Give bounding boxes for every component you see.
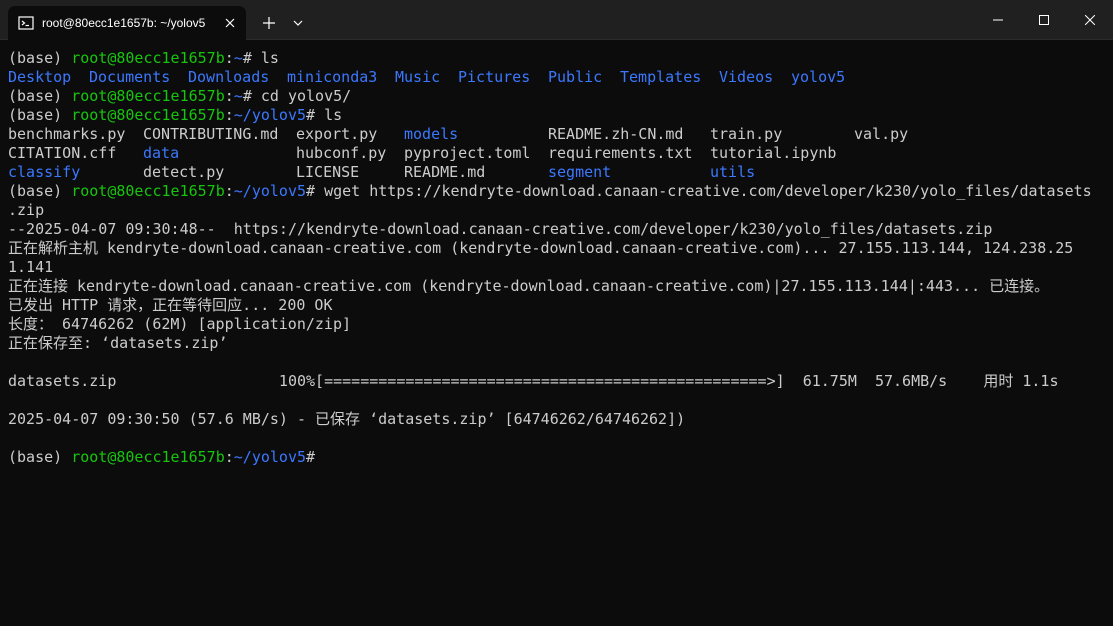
conda-env: (base) — [8, 49, 72, 67]
command-wrap-line: .zip — [8, 201, 45, 219]
plus-icon — [263, 17, 275, 29]
dir-entry: utils — [710, 163, 756, 181]
tab-close-button[interactable] — [222, 15, 238, 31]
command-text: ls — [260, 49, 279, 67]
file-entry: LICENSE — [296, 163, 360, 181]
prompt-path: ~/yolov5 — [233, 182, 307, 200]
prompt-path: ~/yolov5 — [233, 448, 307, 466]
file-entry: export.py — [296, 125, 378, 143]
wget-start-line: --2025-04-07 09:30:48-- https://kendryte… — [8, 220, 993, 238]
dir-entry: segment — [548, 163, 612, 181]
terminal-output[interactable]: (base) root@80ecc1e1657b:~# ls Desktop D… — [0, 40, 1113, 626]
prompt-line: (base) root@80ecc1e1657b:~/yolov5# wget … — [8, 182, 1113, 201]
prompt-symbol: # — [242, 49, 261, 67]
wget-length-line: 长度： 64746262 (62M) [application/zip] — [8, 315, 352, 333]
file-entry: requirements.txt — [548, 144, 693, 162]
close-icon — [225, 18, 235, 28]
file-entry: CONTRIBUTING.md — [143, 125, 279, 143]
dir-entry: Public — [548, 68, 603, 86]
wget-saving-line: 正在保存至: ‘datasets.zip’ — [8, 334, 228, 352]
prompt-user-host: root@80ecc1e1657b — [71, 49, 225, 67]
prompt-path: ~ — [233, 87, 243, 105]
chevron-down-icon — [293, 20, 303, 26]
dir-entry: Pictures — [458, 68, 531, 86]
file-entry: README.zh-CN.md — [548, 125, 684, 143]
conda-env: (base) — [8, 182, 72, 200]
ls-output-line: benchmarks.py CONTRIBUTING.md export.py … — [8, 125, 1113, 144]
dir-entry: Documents — [89, 68, 171, 86]
prompt-colon: : — [224, 106, 234, 124]
maximize-icon — [1039, 15, 1049, 25]
prompt-symbol: # — [306, 106, 325, 124]
wget-progress-line: datasets.zip 100%[======================… — [8, 372, 1059, 390]
terminal-tab[interactable]: root@80ecc1e1657b: ~/yolov5 — [8, 6, 246, 40]
prompt-line: (base) root@80ecc1e1657b:~/yolov5# ls — [8, 106, 1113, 125]
dir-entry: yolov5 — [791, 68, 846, 86]
close-window-button[interactable] — [1067, 0, 1113, 40]
prompt-user-host: root@80ecc1e1657b — [71, 448, 225, 466]
prompt-user-host: root@80ecc1e1657b — [71, 87, 225, 105]
command-text: wget https://kendryte-download.canaan-cr… — [324, 182, 1092, 200]
prompt-user-host: root@80ecc1e1657b — [71, 182, 225, 200]
tab-title: root@80ecc1e1657b: ~/yolov5 — [42, 16, 206, 30]
dir-entry: Music — [395, 68, 441, 86]
file-entry: tutorial.ipynb — [710, 144, 837, 162]
dir-entry: data — [143, 144, 180, 162]
file-entry: benchmarks.py — [8, 125, 126, 143]
wget-saved-line: 2025-04-07 09:30:50 (57.6 MB/s) - 已保存 ‘d… — [8, 410, 686, 428]
file-entry: README.md — [404, 163, 486, 181]
conda-env: (base) — [8, 106, 72, 124]
ls-output-line: CITATION.cff data hubconf.py pyproject.t… — [8, 144, 1113, 163]
prompt-path: ~/yolov5 — [233, 106, 307, 124]
file-entry: CITATION.cff — [8, 144, 117, 162]
prompt-colon: : — [224, 448, 234, 466]
terminal-icon — [18, 16, 34, 30]
prompt-colon: : — [224, 182, 234, 200]
minimize-icon — [993, 19, 1003, 21]
dir-entry: Templates — [620, 68, 702, 86]
command-text: ls — [324, 106, 343, 124]
maximize-button[interactable] — [1021, 0, 1067, 40]
prompt-symbol: # — [306, 182, 325, 200]
new-tab-button[interactable] — [256, 10, 282, 36]
wget-http-line: 已发出 HTTP 请求，正在等待回应... 200 OK — [8, 296, 333, 314]
prompt-colon: : — [224, 87, 234, 105]
conda-env: (base) — [8, 448, 72, 466]
command-text: cd yolov5/ — [260, 87, 352, 105]
dir-entry: Videos — [719, 68, 774, 86]
dir-entry: Desktop — [8, 68, 72, 86]
prompt-line: (base) root@80ecc1e1657b:~/yolov5# — [8, 448, 1113, 467]
prompt-path: ~ — [233, 49, 243, 67]
close-icon — [1085, 15, 1095, 25]
title-bar: root@80ecc1e1657b: ~/yolov5 — [0, 0, 1113, 40]
file-entry: val.py — [854, 125, 909, 143]
prompt-user-host: root@80ecc1e1657b — [71, 106, 225, 124]
file-entry: hubconf.py — [296, 144, 387, 162]
conda-env: (base) — [8, 87, 72, 105]
prompt-line: (base) root@80ecc1e1657b:~# ls — [8, 49, 1113, 68]
ls-output-line: Desktop Documents Downloads miniconda3 M… — [8, 68, 1113, 87]
file-entry: train.py — [710, 125, 783, 143]
minimize-button[interactable] — [975, 0, 1021, 40]
prompt-symbol: # — [306, 448, 325, 466]
wget-resolving-wrap-line: 1.141 — [8, 258, 54, 276]
prompt-colon: : — [224, 49, 234, 67]
file-entry: detect.py — [143, 163, 225, 181]
prompt-line: (base) root@80ecc1e1657b:~# cd yolov5/ — [8, 87, 1113, 106]
ls-output-line: classify detect.py LICENSE README.md seg… — [8, 163, 1113, 182]
wget-resolving-line: 正在解析主机 kendryte-download.canaan-creative… — [8, 239, 1074, 257]
tab-dropdown-button[interactable] — [286, 10, 310, 36]
dir-entry: miniconda3 — [287, 68, 378, 86]
wget-connecting-line: 正在连接 kendryte-download.canaan-creative.c… — [8, 277, 1050, 295]
prompt-symbol: # — [242, 87, 261, 105]
dir-entry: classify — [8, 163, 81, 181]
dir-entry: Downloads — [188, 68, 270, 86]
dir-entry: models — [404, 125, 459, 143]
file-entry: pyproject.toml — [404, 144, 531, 162]
